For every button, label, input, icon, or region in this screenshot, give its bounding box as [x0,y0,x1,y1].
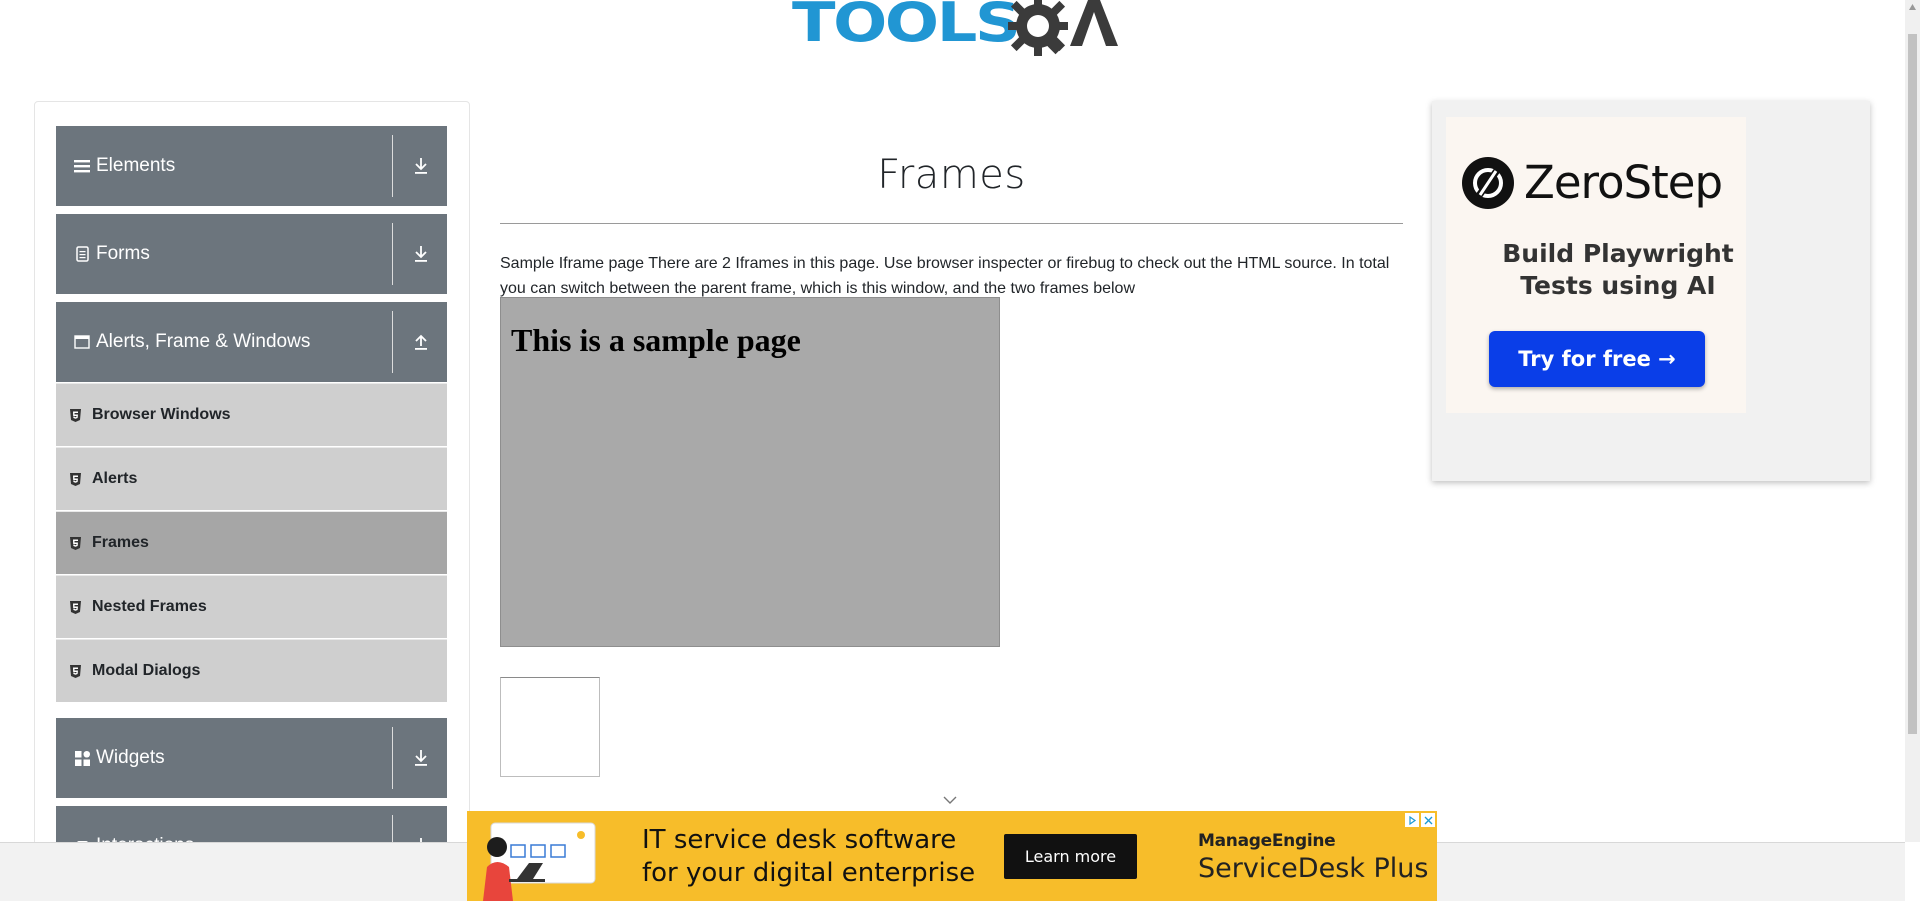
upload-icon[interactable] [411,333,431,351]
html5-icon [70,600,84,614]
title-divider [500,223,1403,224]
hamburger-icon [74,159,90,173]
manageengine-ad[interactable]: IT service desk software for your digita… [467,811,1437,901]
download-icon[interactable] [411,157,431,175]
learn-more-button[interactable]: Learn more [1004,834,1137,879]
menu-item-label: Modal Dialogs [92,662,201,679]
vertical-scrollbar[interactable] [1905,0,1920,842]
html5-icon [70,536,84,550]
page-description: Sample Iframe page There are 2 Iframes i… [500,255,1390,297]
group-widgets[interactable]: Widgets [56,718,447,798]
scrollbar-thumb[interactable] [1908,34,1917,734]
menu-item-label: Browser Windows [92,406,231,423]
divider [392,727,393,789]
ad-text: IT service desk software for your digita… [642,824,975,890]
document-icon [74,246,90,262]
scroll-up-arrow-icon[interactable] [1908,3,1917,11]
html5-icon [70,472,84,486]
zerostep-brand: ZeroStep [1524,156,1723,209]
helpdesk-illustration-icon [483,822,596,901]
brand-name: ManageEngine [1198,831,1336,851]
group-label: Alerts, Frame & Windows [96,331,311,352]
group-label: Widgets [96,747,165,768]
group-alerts-frame-windows[interactable]: Alerts, Frame & Windows [56,302,447,382]
page-title: Frames [877,152,1026,198]
product-name: ServiceDesk Plus [1198,853,1429,884]
menu-item-label: Frames [92,534,149,551]
divider [392,135,393,197]
menu-item-label: Nested Frames [92,598,207,615]
divider [392,223,393,285]
menu-item-modal-dialogs[interactable]: Modal Dialogs [56,639,447,702]
zerostep-ad[interactable]: ZeroStep Build Playwright Tests using AI… [1432,101,1870,481]
ad-tagline-line1: Build Playwright [1502,239,1734,268]
ad-text-line1: IT service desk software [642,825,957,855]
group-elements[interactable]: Elements [56,126,447,206]
group-label: Elements [96,155,176,176]
divider [392,311,393,373]
manageengine-brand: ManageEngine ServiceDesk Plus [1198,831,1428,884]
html5-icon [70,664,84,678]
try-for-free-button[interactable]: Try for free → [1489,331,1705,387]
gear-q-icon [1008,0,1118,56]
ad-text-line2: for your digital enterprise [642,858,976,888]
menu-item-label: Alerts [92,470,138,487]
zerostep-logo: ZeroStep [1462,156,1723,209]
close-icon[interactable] [1421,813,1435,827]
html5-icon [70,408,84,422]
ad-tagline-line2: Tests using AI [1520,271,1716,300]
adchoices-icon[interactable] [1405,813,1419,827]
download-icon[interactable] [411,245,431,263]
zerostep-logo-icon [1462,156,1514,209]
logo-tools-text: TOOLS [792,0,1021,54]
iframe-frame2[interactable] [500,677,600,777]
iframe-frame1[interactable]: This is a sample page [500,297,1000,647]
download-icon[interactable] [411,749,431,767]
window-icon [74,335,90,349]
page: TOOLS Elements Forms Alerts, Frame & Win… [0,0,1920,901]
menu-item-frames[interactable]: Frames [56,511,447,574]
group-label: Forms [96,243,150,264]
toolsqa-logo[interactable]: TOOLS [792,0,1118,68]
left-sidebar: Elements Forms Alerts, Frame & Windows B… [34,101,470,886]
ad-tagline: Build Playwright Tests using AI [1468,238,1768,302]
chevron-down-icon [943,796,957,804]
menu-item-nested-frames[interactable]: Nested Frames [56,575,447,638]
frame-heading: This is a sample page [511,322,801,358]
menu-item-browser-windows[interactable]: Browser Windows [56,383,447,446]
menu-item-alerts[interactable]: Alerts [56,447,447,510]
group-forms[interactable]: Forms [56,214,447,294]
grid-icon [74,750,90,766]
ad-controls [1405,813,1435,827]
